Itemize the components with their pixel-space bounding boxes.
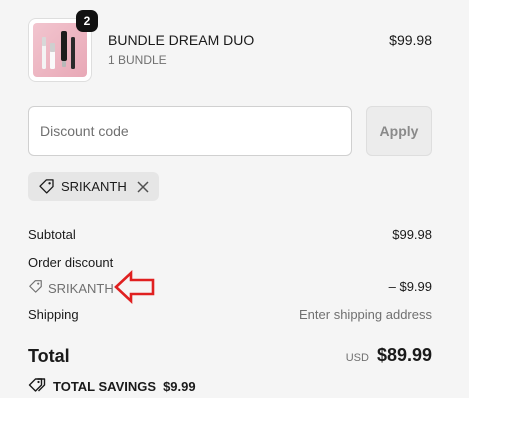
subtotal-label: Subtotal [28, 227, 76, 242]
savings-value: $9.99 [163, 379, 196, 394]
order-discount-label: Order discount [28, 255, 114, 270]
tag-icon [38, 178, 55, 195]
tag-icon [28, 279, 43, 297]
close-icon [137, 180, 149, 193]
discount-code-line: SRIKANTH [28, 279, 114, 297]
tags-icon [28, 377, 46, 396]
total-value: $89.99 [376, 345, 432, 365]
total-label: Total [28, 346, 70, 366]
shipping-value: Enter shipping address [299, 307, 432, 322]
discount-code-name: SRIKANTH [48, 280, 114, 296]
quantity-badge: 2 [76, 10, 98, 32]
currency-code: USD [345, 352, 369, 364]
discount-amount: – $9.99 [388, 279, 432, 294]
subtotal-value: $99.98 [392, 227, 432, 242]
remove-discount-button[interactable] [137, 180, 149, 193]
annotation-arrow-icon [114, 270, 155, 304]
discount-code-input[interactable] [28, 106, 352, 156]
total-savings: TOTAL SAVINGS $9.99 [28, 377, 196, 396]
product-price: $99.98 [389, 32, 432, 48]
product-variant: 1 BUNDLE [108, 53, 167, 67]
savings-label: TOTAL SAVINGS [53, 379, 157, 394]
order-summary-panel: 2 BUNDLE DREAM DUO 1 BUNDLE $99.98 Apply… [0, 0, 469, 398]
total-amount: USD $89.99 [346, 345, 432, 366]
applied-discount-code: SRIKANTH [61, 179, 127, 194]
apply-discount-button[interactable]: Apply [366, 106, 432, 156]
applied-discount-chip: SRIKANTH [28, 172, 159, 201]
shipping-label: Shipping [28, 307, 79, 322]
product-name: BUNDLE DREAM DUO [108, 32, 255, 48]
cart-line-item: 2 BUNDLE DREAM DUO 1 BUNDLE $99.98 [28, 10, 432, 82]
